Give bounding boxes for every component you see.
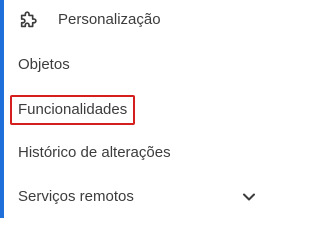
nav-item-personalizacao[interactable]: Personalização [18,9,161,31]
nav-item-funcionalidades[interactable]: Funcionalidades [10,95,136,125]
active-accent-bar [0,0,4,218]
puzzle-icon [18,9,40,31]
chevron-down-icon[interactable] [242,192,256,202]
nav-item-label: Personalização [58,11,161,28]
nav-item-servicos-remotos[interactable]: Serviços remotos [18,187,256,207]
settings-nav: Personalização Objetos Funcionalidades H… [0,0,262,218]
nav-item-objetos[interactable]: Objetos [18,55,70,75]
nav-item-label: Serviços remotos [18,188,134,205]
nav-item-historico-de-alteracoes[interactable]: Histórico de alterações [18,143,171,163]
